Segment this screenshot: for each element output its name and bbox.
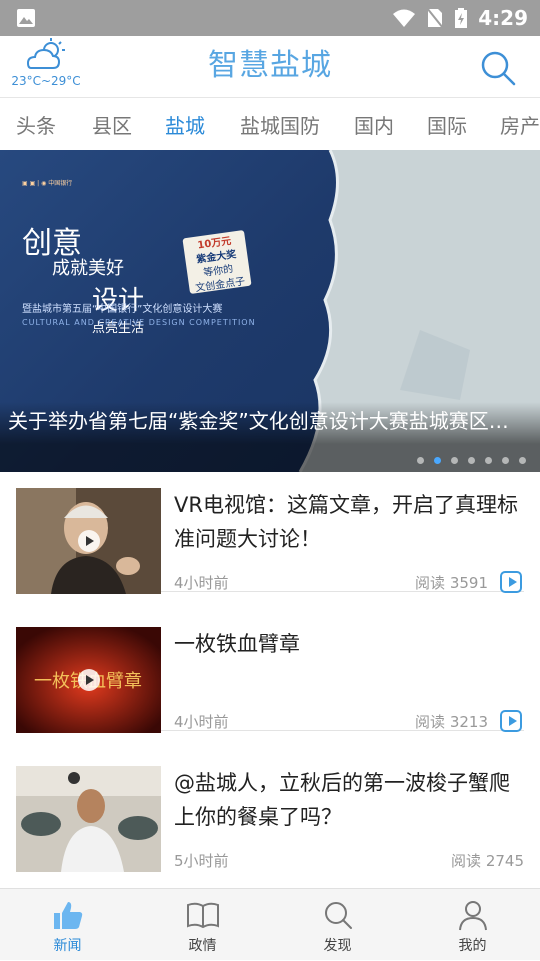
book-icon bbox=[186, 902, 219, 929]
video-icon bbox=[500, 571, 522, 593]
image-notification-icon bbox=[17, 9, 35, 27]
article-time: 4小时前 bbox=[174, 574, 229, 592]
article-list: VR电视馆：这篇文章，开启了真理标准问题大讨论！ 4小时前 阅读 3591 一枚… bbox=[0, 472, 540, 888]
play-icon bbox=[78, 669, 100, 691]
list-item[interactable]: 一枚铁血臂章 一枚铁血臂章 4小时前 阅读 3213 bbox=[16, 611, 526, 733]
no-sim-icon bbox=[426, 7, 445, 29]
nav-politics[interactable]: 政情 bbox=[135, 889, 270, 961]
tab-international[interactable]: 国际 bbox=[427, 110, 467, 139]
partly-cloudy-icon bbox=[26, 38, 65, 69]
carousel-dot[interactable] bbox=[417, 457, 424, 464]
nav-discover[interactable]: 发现 bbox=[270, 889, 405, 961]
article-title[interactable]: @盐城人，立秋后的第一波梭子蟹爬上你的餐桌了吗？ bbox=[174, 766, 526, 834]
article-read-count: 阅读 3591 bbox=[415, 574, 488, 592]
article-thumbnail[interactable] bbox=[16, 766, 161, 872]
tab-domestic[interactable]: 国内 bbox=[354, 110, 394, 139]
article-time: 5小时前 bbox=[174, 852, 229, 870]
carousel-dot[interactable] bbox=[519, 457, 526, 464]
thumbs-up-icon bbox=[53, 902, 82, 929]
poster-subtitle: 暨盐城市第五届“中国银行”文化创意设计大赛 bbox=[22, 304, 223, 315]
thumbnail-image bbox=[16, 766, 161, 872]
carousel-dot[interactable] bbox=[502, 457, 509, 464]
status-bar: 4:29 bbox=[0, 0, 540, 36]
article-thumbnail[interactable] bbox=[16, 488, 161, 594]
app-logo: 智慧盐城 bbox=[208, 48, 332, 83]
nav-news[interactable]: 新闻 bbox=[0, 889, 135, 961]
carousel-dot[interactable] bbox=[451, 457, 458, 464]
carousel-dots bbox=[417, 457, 526, 464]
nav-me[interactable]: 我的 bbox=[405, 889, 540, 961]
clock: 4:29 bbox=[478, 6, 528, 30]
tab-counties[interactable]: 县区 bbox=[92, 110, 132, 139]
article-read-count: 阅读 2745 bbox=[451, 852, 524, 870]
app-header: 23°C~29°C 智慧盐城 bbox=[0, 36, 540, 98]
article-title[interactable]: 一枚铁血臂章 bbox=[174, 627, 526, 661]
bottom-navigation: 新闻 政情 发现 我的 bbox=[0, 888, 540, 960]
nav-label: 政情 bbox=[188, 938, 217, 954]
article-time: 4小时前 bbox=[174, 713, 229, 731]
article-read-count: 阅读 3213 bbox=[415, 713, 488, 731]
tab-headlines[interactable]: 头条 bbox=[16, 110, 56, 139]
tab-real-estate[interactable]: 房产 bbox=[500, 110, 540, 139]
weather-temperature: 23°C~29°C bbox=[11, 74, 81, 88]
weather-widget[interactable]: 23°C~29°C bbox=[6, 38, 86, 96]
article-thumbnail[interactable]: 一枚铁血臂章 bbox=[16, 627, 161, 733]
article-title[interactable]: VR电视馆：这篇文章，开启了真理标准问题大讨论！ bbox=[174, 488, 526, 556]
carousel-dot[interactable] bbox=[485, 457, 492, 464]
featured-banner[interactable]: ▣ ▣ | ◉ 中国银行 创意 成就美好 设计 点亮生活 10万元 紫金大奖 等… bbox=[0, 150, 540, 472]
battery-charging-icon bbox=[455, 8, 468, 28]
search-icon bbox=[324, 902, 352, 929]
tab-yancheng-defense[interactable]: 盐城国防 bbox=[240, 110, 320, 139]
poster-english-title: CULTURAL AND CREATIVE DESIGN COMPETITION bbox=[22, 318, 256, 327]
wifi-icon bbox=[393, 9, 416, 27]
banner-caption[interactable]: 关于举办省第七届“紫金奖”文化创意设计大赛盐城赛区… bbox=[8, 405, 536, 434]
nav-label: 发现 bbox=[323, 938, 352, 954]
nav-label: 新闻 bbox=[53, 938, 82, 954]
video-icon bbox=[500, 710, 522, 732]
list-item[interactable]: @盐城人，立秋后的第一波梭子蟹爬上你的餐桌了吗？ 5小时前 阅读 2745 bbox=[16, 750, 526, 872]
tab-yancheng[interactable]: 盐城 bbox=[165, 110, 205, 139]
carousel-dot[interactable] bbox=[468, 457, 475, 464]
carousel-dot-active[interactable] bbox=[434, 457, 441, 464]
play-icon bbox=[78, 530, 100, 552]
poster-org-logos: ▣ ▣ | ◉ 中国银行 bbox=[22, 180, 73, 187]
nav-label: 我的 bbox=[458, 938, 487, 954]
list-item[interactable]: VR电视馆：这篇文章，开启了真理标准问题大讨论！ 4小时前 阅读 3591 bbox=[16, 472, 526, 594]
search-icon[interactable] bbox=[478, 48, 518, 88]
prize-badge: 10万元 紫金大奖 等你的 文创金点子 bbox=[182, 229, 252, 294]
category-tabs: 头条 县区 盐城 盐城国防 国内 国际 房产 bbox=[0, 98, 540, 150]
person-icon bbox=[458, 901, 487, 931]
